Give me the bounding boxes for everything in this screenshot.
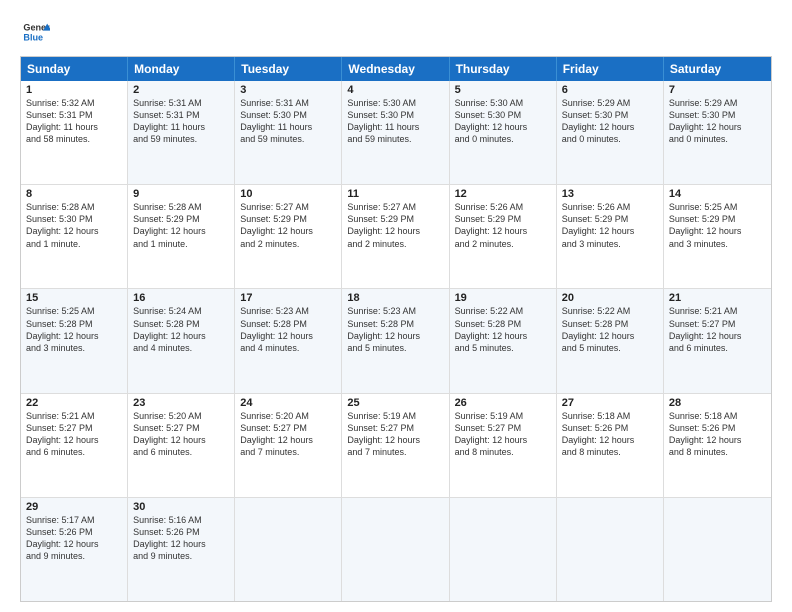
cal-cell-7: 7Sunrise: 5:29 AMSunset: 5:30 PMDaylight… bbox=[664, 81, 771, 184]
cal-cell-4: 4Sunrise: 5:30 AMSunset: 5:30 PMDaylight… bbox=[342, 81, 449, 184]
header-day-sunday: Sunday bbox=[21, 57, 128, 81]
cal-cell-13: 13Sunrise: 5:26 AMSunset: 5:29 PMDayligh… bbox=[557, 185, 664, 288]
cal-cell-1: 1Sunrise: 5:32 AMSunset: 5:31 PMDaylight… bbox=[21, 81, 128, 184]
cal-cell-9: 9Sunrise: 5:28 AMSunset: 5:29 PMDaylight… bbox=[128, 185, 235, 288]
calendar-week-2: 15Sunrise: 5:25 AMSunset: 5:28 PMDayligh… bbox=[21, 288, 771, 392]
cal-cell-28: 28Sunrise: 5:18 AMSunset: 5:26 PMDayligh… bbox=[664, 394, 771, 497]
cal-cell-2: 2Sunrise: 5:31 AMSunset: 5:31 PMDaylight… bbox=[128, 81, 235, 184]
svg-text:Blue: Blue bbox=[23, 32, 43, 42]
header-day-wednesday: Wednesday bbox=[342, 57, 449, 81]
cal-cell-30: 30Sunrise: 5:16 AMSunset: 5:26 PMDayligh… bbox=[128, 498, 235, 601]
logo: General Blue bbox=[20, 18, 56, 46]
cal-cell-12: 12Sunrise: 5:26 AMSunset: 5:29 PMDayligh… bbox=[450, 185, 557, 288]
cal-cell-26: 26Sunrise: 5:19 AMSunset: 5:27 PMDayligh… bbox=[450, 394, 557, 497]
cal-cell-27: 27Sunrise: 5:18 AMSunset: 5:26 PMDayligh… bbox=[557, 394, 664, 497]
cal-cell-empty bbox=[342, 498, 449, 601]
cal-cell-25: 25Sunrise: 5:19 AMSunset: 5:27 PMDayligh… bbox=[342, 394, 449, 497]
calendar-week-0: 1Sunrise: 5:32 AMSunset: 5:31 PMDaylight… bbox=[21, 81, 771, 184]
logo-icon: General Blue bbox=[22, 18, 50, 46]
page: General Blue SundayMondayTuesdayWednesda… bbox=[0, 0, 792, 612]
calendar: SundayMondayTuesdayWednesdayThursdayFrid… bbox=[20, 56, 772, 602]
calendar-body: 1Sunrise: 5:32 AMSunset: 5:31 PMDaylight… bbox=[21, 81, 771, 601]
cal-cell-6: 6Sunrise: 5:29 AMSunset: 5:30 PMDaylight… bbox=[557, 81, 664, 184]
calendar-week-1: 8Sunrise: 5:28 AMSunset: 5:30 PMDaylight… bbox=[21, 184, 771, 288]
header-day-saturday: Saturday bbox=[664, 57, 771, 81]
header-day-tuesday: Tuesday bbox=[235, 57, 342, 81]
cal-cell-23: 23Sunrise: 5:20 AMSunset: 5:27 PMDayligh… bbox=[128, 394, 235, 497]
calendar-week-4: 29Sunrise: 5:17 AMSunset: 5:26 PMDayligh… bbox=[21, 497, 771, 601]
cal-cell-20: 20Sunrise: 5:22 AMSunset: 5:28 PMDayligh… bbox=[557, 289, 664, 392]
header-day-monday: Monday bbox=[128, 57, 235, 81]
header-day-thursday: Thursday bbox=[450, 57, 557, 81]
cal-cell-16: 16Sunrise: 5:24 AMSunset: 5:28 PMDayligh… bbox=[128, 289, 235, 392]
cal-cell-21: 21Sunrise: 5:21 AMSunset: 5:27 PMDayligh… bbox=[664, 289, 771, 392]
cal-cell-19: 19Sunrise: 5:22 AMSunset: 5:28 PMDayligh… bbox=[450, 289, 557, 392]
cal-cell-17: 17Sunrise: 5:23 AMSunset: 5:28 PMDayligh… bbox=[235, 289, 342, 392]
cal-cell-24: 24Sunrise: 5:20 AMSunset: 5:27 PMDayligh… bbox=[235, 394, 342, 497]
cal-cell-14: 14Sunrise: 5:25 AMSunset: 5:29 PMDayligh… bbox=[664, 185, 771, 288]
cal-cell-8: 8Sunrise: 5:28 AMSunset: 5:30 PMDaylight… bbox=[21, 185, 128, 288]
cal-cell-3: 3Sunrise: 5:31 AMSunset: 5:30 PMDaylight… bbox=[235, 81, 342, 184]
cal-cell-10: 10Sunrise: 5:27 AMSunset: 5:29 PMDayligh… bbox=[235, 185, 342, 288]
cal-cell-empty bbox=[235, 498, 342, 601]
header: General Blue bbox=[20, 18, 772, 46]
cal-cell-empty bbox=[557, 498, 664, 601]
cal-cell-15: 15Sunrise: 5:25 AMSunset: 5:28 PMDayligh… bbox=[21, 289, 128, 392]
cal-cell-22: 22Sunrise: 5:21 AMSunset: 5:27 PMDayligh… bbox=[21, 394, 128, 497]
cal-cell-empty bbox=[450, 498, 557, 601]
calendar-header-row: SundayMondayTuesdayWednesdayThursdayFrid… bbox=[21, 57, 771, 81]
cal-cell-empty bbox=[664, 498, 771, 601]
cal-cell-11: 11Sunrise: 5:27 AMSunset: 5:29 PMDayligh… bbox=[342, 185, 449, 288]
cal-cell-5: 5Sunrise: 5:30 AMSunset: 5:30 PMDaylight… bbox=[450, 81, 557, 184]
cal-cell-29: 29Sunrise: 5:17 AMSunset: 5:26 PMDayligh… bbox=[21, 498, 128, 601]
calendar-week-3: 22Sunrise: 5:21 AMSunset: 5:27 PMDayligh… bbox=[21, 393, 771, 497]
cal-cell-18: 18Sunrise: 5:23 AMSunset: 5:28 PMDayligh… bbox=[342, 289, 449, 392]
header-day-friday: Friday bbox=[557, 57, 664, 81]
